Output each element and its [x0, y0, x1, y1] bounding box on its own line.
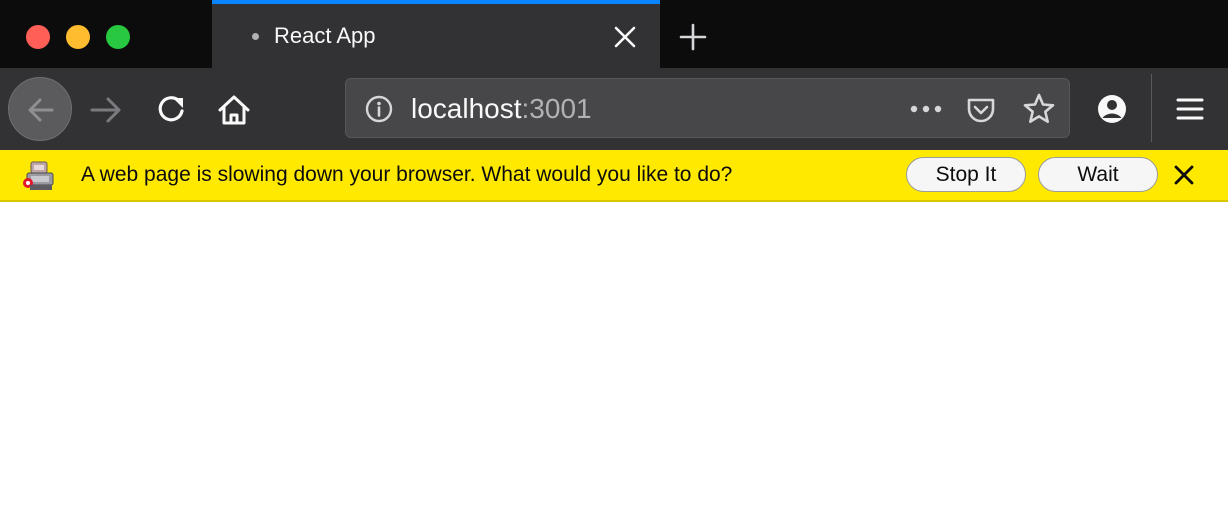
tab-title: React App [274, 23, 376, 48]
title-bar: React App [0, 0, 1228, 68]
back-button[interactable] [8, 77, 72, 141]
toolbar-divider [1151, 74, 1152, 142]
tab-react-app[interactable]: React App [212, 0, 660, 68]
pocket-icon[interactable] [964, 93, 998, 127]
notification-message: A web page is slowing down your browser.… [81, 163, 733, 186]
url-port: :3001 [521, 93, 592, 124]
wait-button[interactable]: Wait [1038, 157, 1158, 192]
new-tab-plus-icon[interactable] [676, 20, 710, 54]
tab-close-icon[interactable] [610, 22, 640, 52]
window-minimize-button[interactable] [66, 25, 90, 49]
window-zoom-button[interactable] [106, 25, 130, 49]
hamburger-menu-icon[interactable] [1171, 90, 1209, 128]
url-host: localhost [411, 93, 522, 124]
page-actions-ellipsis-icon[interactable] [906, 95, 946, 123]
back-arrow-icon [28, 98, 54, 122]
forward-arrow-icon [90, 97, 121, 123]
window-close-button[interactable] [26, 25, 50, 49]
url-text[interactable]: localhost:3001 [411, 93, 592, 125]
star-icon[interactable] [1022, 92, 1056, 126]
slow-script-notification: A web page is slowing down your browser.… [0, 150, 1228, 202]
info-icon[interactable] [364, 94, 394, 124]
home-button[interactable] [214, 90, 254, 130]
account-icon[interactable] [1093, 90, 1131, 128]
notification-close-icon[interactable] [1168, 159, 1200, 191]
reload-button[interactable] [152, 90, 192, 130]
reload-icon [158, 96, 184, 122]
home-icon [218, 95, 250, 125]
stop-it-button[interactable]: Stop It [906, 157, 1026, 192]
tab-loading-dot-icon [252, 33, 259, 40]
navigation-toolbar: localhost:3001 [0, 68, 1228, 150]
forward-button[interactable] [86, 90, 126, 130]
page-content [0, 202, 1228, 528]
hung-script-icon [22, 159, 58, 191]
url-bar[interactable]: localhost:3001 [345, 78, 1070, 138]
